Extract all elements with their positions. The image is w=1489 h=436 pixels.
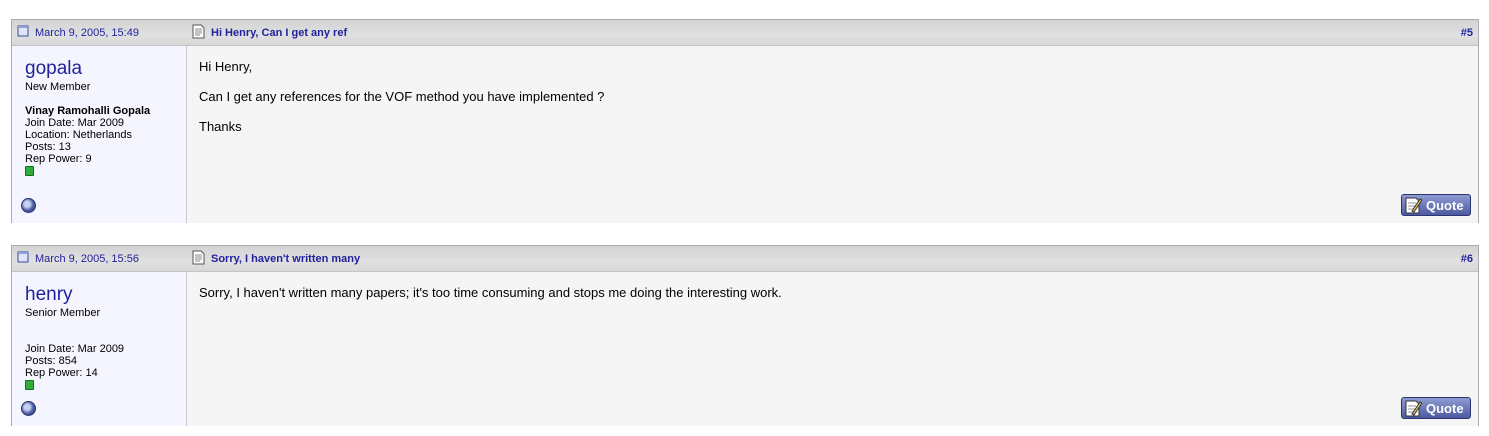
message-line: Thanks	[199, 119, 242, 134]
post: March 9, 2005, 15:56 Sorry, I haven't wr…	[11, 245, 1479, 426]
real-name: Vinay Ramohalli Gopala	[25, 105, 151, 117]
post-count: Posts: 854	[25, 355, 77, 367]
document-icon	[17, 25, 29, 40]
post-title-text: Hi Henry, Can I get any ref	[211, 26, 348, 39]
message-line: Can I get any references for the VOF met…	[199, 89, 605, 104]
offline-status-icon	[21, 401, 36, 416]
post-body: henry Senior Member Join Date: Mar 2009 …	[12, 272, 1478, 426]
quote-button[interactable]: Quote	[1401, 194, 1471, 216]
quote-icon	[1404, 195, 1423, 215]
page-icon	[192, 24, 205, 42]
user-details: Vinay Ramohalli Gopala Join Date: Mar 20…	[25, 105, 186, 176]
post-count: Posts: 13	[25, 141, 71, 153]
user-title: New Member	[25, 81, 91, 93]
username-link[interactable]: gopala	[25, 58, 186, 80]
post-body: gopala New Member Vinay Ramohalli Gopala…	[12, 46, 1478, 223]
post-header: March 9, 2005, 15:56 Sorry, I haven't wr…	[12, 246, 1478, 272]
user-info-panel: henry Senior Member Join Date: Mar 2009 …	[12, 272, 187, 426]
user-details: Join Date: Mar 2009 Posts: 854 Rep Power…	[25, 331, 186, 390]
message-body: Sorry, I haven't written many papers; it…	[187, 272, 1478, 426]
user-info-panel: gopala New Member Vinay Ramohalli Gopala…	[12, 46, 187, 223]
post-number-link[interactable]: #6	[1461, 246, 1473, 271]
message-line: Hi Henry,	[199, 59, 253, 74]
quote-button[interactable]: Quote	[1401, 397, 1471, 419]
message-line: Sorry, I haven't written many papers; it…	[199, 285, 782, 300]
post-title-text: Sorry, I haven't written many	[211, 252, 361, 265]
document-icon	[17, 251, 29, 266]
quote-label: Quote	[1426, 400, 1464, 416]
location: Location: Netherlands	[25, 129, 133, 141]
offline-status-icon	[21, 198, 36, 213]
post-header: March 9, 2005, 15:49 Hi Henry, Can I get…	[12, 20, 1478, 46]
rep-power: Rep Power: 14	[25, 367, 98, 379]
reputation-icon	[25, 380, 34, 390]
quote-label: Quote	[1426, 197, 1464, 213]
post-title: Hi Henry, Can I get any ref	[192, 20, 347, 45]
post-date: March 9, 2005, 15:49	[12, 20, 188, 45]
post-date-text: March 9, 2005, 15:56	[35, 252, 139, 265]
post-date-text: March 9, 2005, 15:49	[35, 26, 139, 39]
rep-power: Rep Power: 9	[25, 153, 92, 165]
join-date: Join Date: Mar 2009	[25, 343, 125, 355]
page-icon	[192, 250, 205, 268]
post-title: Sorry, I haven't written many	[192, 246, 360, 271]
post: March 9, 2005, 15:49 Hi Henry, Can I get…	[11, 19, 1479, 223]
join-date: Join Date: Mar 2009	[25, 117, 125, 129]
reputation-icon	[25, 166, 34, 176]
quote-icon	[1404, 398, 1423, 418]
username-link[interactable]: henry	[25, 284, 186, 306]
post-date: March 9, 2005, 15:56	[12, 246, 188, 271]
post-number-link[interactable]: #5	[1461, 20, 1473, 45]
message-body: Hi Henry, Can I get any references for t…	[187, 46, 1478, 223]
user-title: Senior Member	[25, 307, 101, 319]
